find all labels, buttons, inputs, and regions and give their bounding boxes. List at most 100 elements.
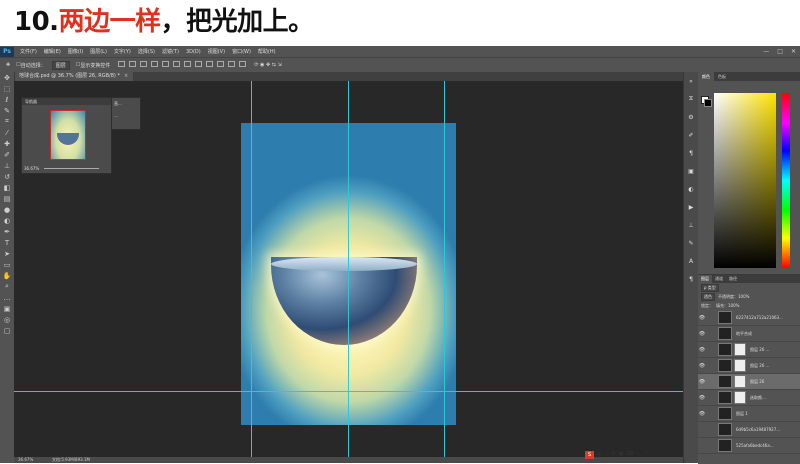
tray-icon[interactable]: ⚙ <box>611 451 615 459</box>
horizontal-guide[interactable] <box>14 391 691 392</box>
healing-tool-icon[interactable]: ✚ <box>0 138 14 149</box>
distribute-top-icon[interactable] <box>184 61 192 67</box>
tab-close-icon[interactable]: × <box>124 73 128 79</box>
move-tool-icon[interactable]: ✥ <box>6 62 10 68</box>
align-left-icon[interactable] <box>151 61 159 67</box>
sogou-input-icon[interactable]: S <box>585 451 594 459</box>
foreground-background-swatch[interactable] <box>701 96 712 107</box>
menu-3d[interactable]: 3D(D) <box>186 49 201 55</box>
eraser-tool-icon[interactable]: ◧ <box>0 182 14 193</box>
menu-edit[interactable]: 编辑(E) <box>44 48 61 55</box>
tray-icon[interactable]: ⌨ <box>626 451 633 459</box>
brush-preset-icon[interactable]: ✐ <box>684 126 698 144</box>
menu-image[interactable]: 图像(I) <box>68 48 83 55</box>
properties-icon[interactable]: ⚙ <box>684 108 698 126</box>
lasso-tool-icon[interactable]: ℓ <box>0 94 14 105</box>
align-top-icon[interactable] <box>118 61 126 67</box>
blur-tool-icon[interactable]: ● <box>0 204 14 215</box>
layer-row[interactable]: 6d9b5c6a19487927... <box>698 422 800 438</box>
tab-layers[interactable]: 图层 <box>698 275 712 283</box>
distribute-hcenter-icon[interactable] <box>228 61 236 67</box>
auto-select-dropdown[interactable]: 图层 <box>51 60 70 70</box>
history-brush-icon[interactable]: ↺ <box>0 171 14 182</box>
marquee-tool-icon[interactable]: ⬚ <box>0 83 14 94</box>
zoom-tool-icon[interactable]: ⌕ <box>0 281 14 292</box>
layer-row-selected[interactable]: 👁 图层 26 <box>698 374 800 390</box>
align-vcenter-icon[interactable] <box>129 61 137 67</box>
menu-layer[interactable]: 图层(L) <box>90 48 107 55</box>
tab-swatches[interactable]: 色板 <box>714 72 730 81</box>
type-tool-icon[interactable]: T <box>0 237 14 248</box>
align-bottom-icon[interactable] <box>140 61 148 67</box>
layer-row[interactable]: 👁 地平合成 <box>698 326 800 342</box>
visibility-eye-icon[interactable]: 👁 <box>698 315 706 321</box>
distribute-vcenter-icon[interactable] <box>195 61 203 67</box>
quick-mask-icon[interactable]: ◎ <box>0 314 14 325</box>
navigator-thumbnail[interactable] <box>50 110 86 160</box>
more-tools-icon[interactable]: … <box>0 292 14 303</box>
align-hcenter-icon[interactable] <box>162 61 170 67</box>
adjustments-icon[interactable]: ◐ <box>684 180 698 198</box>
tray-icon[interactable]: ♪ <box>605 451 608 459</box>
glyphs-icon[interactable]: ¶ <box>684 270 698 288</box>
vertical-guide[interactable] <box>348 81 349 457</box>
layer-row[interactable]: 👁 6227412a712a21063... <box>698 310 800 326</box>
navigator-zoom[interactable]: 36.67% <box>24 166 39 171</box>
background-color[interactable] <box>704 99 712 107</box>
styles-icon[interactable]: ▣ <box>684 162 698 180</box>
screen-mode-icon[interactable]: ▢ <box>0 325 14 336</box>
menu-select[interactable]: 选择(S) <box>138 48 155 55</box>
document-tab[interactable]: 地球合成.psd @ 36.7% (图层 26, RGB/8) * × <box>14 72 134 81</box>
tray-icon[interactable]: ⇡ <box>644 451 648 459</box>
distribute-right-icon[interactable] <box>239 61 247 67</box>
move-tool-icon[interactable]: ✥ <box>0 72 14 83</box>
visibility-eye-icon[interactable]: 👁 <box>698 331 706 337</box>
tray-icon[interactable]: 中 <box>597 451 602 459</box>
navigator-title[interactable]: 导航器 <box>22 98 111 105</box>
opacity-field[interactable]: 不透明度：100% <box>718 294 749 300</box>
menu-window[interactable]: 窗口(W) <box>232 48 251 55</box>
eyedropper-tool-icon[interactable]: ⁄ <box>0 127 14 138</box>
menu-view[interactable]: 视图(V) <box>208 48 225 55</box>
navigator-zoom-slider[interactable] <box>44 168 99 169</box>
vertical-guide[interactable] <box>444 81 445 457</box>
menu-file[interactable]: 文件(F) <box>20 48 37 55</box>
tray-icon[interactable]: ♨ <box>637 451 641 459</box>
3d-mode-icons[interactable]: ⟳ ◉ ✥ ⇆ ⇲ <box>254 62 281 68</box>
layer-row[interactable]: 525afa6bedc46a... <box>698 438 800 454</box>
layer-filter-dropdown[interactable]: ρ 类型 <box>701 283 719 292</box>
visibility-eye-icon[interactable]: 👁 <box>698 363 706 369</box>
crop-tool-icon[interactable]: ⌗ <box>0 116 14 127</box>
visibility-eye-icon[interactable]: 👁 <box>698 379 706 385</box>
pen-tool-icon[interactable]: ✒ <box>0 226 14 237</box>
layer-row[interactable]: 👁 图层 26 ... <box>698 358 800 374</box>
status-zoom[interactable]: 36.67% <box>18 457 33 463</box>
paragraph-icon[interactable]: ¶ <box>684 144 698 162</box>
color-swatches-icon[interactable]: ▣ <box>0 303 14 314</box>
path-select-tool-icon[interactable]: ➤ <box>0 248 14 259</box>
character-icon[interactable]: A <box>684 252 698 270</box>
history-icon[interactable]: ⧖ <box>684 90 698 108</box>
gradient-tool-icon[interactable]: ▤ <box>0 193 14 204</box>
tab-paths[interactable]: 路径 <box>726 275 740 283</box>
actions-icon[interactable]: ▶ <box>684 198 698 216</box>
menu-filter[interactable]: 滤镜(T) <box>162 48 179 55</box>
vertical-guide[interactable] <box>251 81 252 457</box>
minimize-button[interactable]: — <box>763 48 769 55</box>
distribute-bottom-icon[interactable] <box>206 61 214 67</box>
stamp-tool-icon[interactable]: ⊥ <box>0 160 14 171</box>
layer-row[interactable]: 👁 图层 26 ... <box>698 342 800 358</box>
blend-mode-dropdown[interactable]: 透色 <box>701 292 715 301</box>
collapse-icon[interactable]: » <box>684 72 698 90</box>
close-button[interactable]: ✕ <box>791 48 796 55</box>
dodge-tool-icon[interactable]: ◐ <box>0 215 14 226</box>
tray-icon[interactable]: ▣ <box>619 451 624 459</box>
distribute-left-icon[interactable] <box>217 61 225 67</box>
visibility-eye-icon[interactable]: 👁 <box>698 411 706 417</box>
tab-channels[interactable]: 通道 <box>712 275 726 283</box>
visibility-eye-icon[interactable]: 👁 <box>698 347 706 353</box>
color-picker-field[interactable] <box>714 93 776 268</box>
menu-help[interactable]: 帮助(H) <box>258 48 276 55</box>
tab-color[interactable]: 颜色 <box>698 72 714 81</box>
layer-row[interactable]: 👁 图层 1 <box>698 406 800 422</box>
